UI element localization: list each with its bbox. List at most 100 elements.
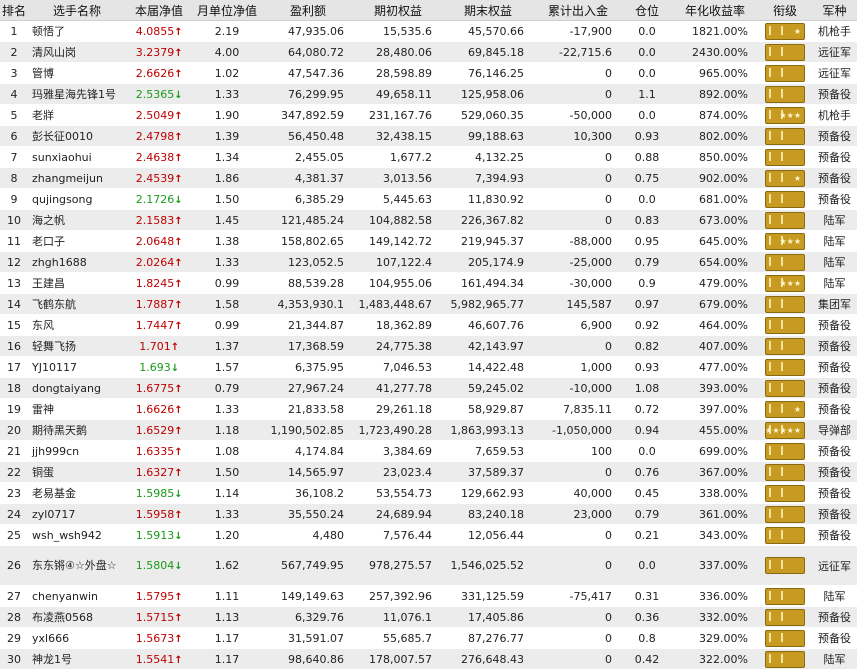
trader-name[interactable]: 海之帆 xyxy=(28,209,126,231)
start-equity: 23,023.4 xyxy=(354,461,442,483)
trader-name[interactable]: 轻舞飞扬 xyxy=(28,335,126,357)
table-row[interactable]: 7 sunxiaohui 2.4638↑ 1.34 2,455.05 1,677.2 4,1… xyxy=(0,146,857,168)
column-header-nav[interactable]: 本届净值 xyxy=(126,0,192,21)
branch-cell: 预备役 xyxy=(812,524,857,546)
nav-cell: 3.2379↑ xyxy=(126,41,192,63)
table-row[interactable]: 9 qujingsong 2.1726↓ 1.50 6,385.29 5,445.63 11… xyxy=(0,188,857,210)
table-row[interactable]: 25 wsh_wsh942 1.5913↓ 1.20 4,480 7,576.44 12,0… xyxy=(0,524,857,546)
nav-value: 2.5365 xyxy=(135,87,175,101)
trader-name[interactable]: dongtaiyang xyxy=(28,377,126,399)
trader-name[interactable]: wsh_wsh942 xyxy=(28,524,126,546)
table-row[interactable]: 19 雷神 1.6626↑ 1.33 21,833.58 29,261.18 58,929.… xyxy=(0,398,857,420)
trader-name[interactable]: 老口子 xyxy=(28,230,126,252)
trader-name[interactable]: 东东锵④☆外盘☆ xyxy=(28,545,126,586)
trader-name[interactable]: zyl0717 xyxy=(28,503,126,525)
nav-cell: 2.1583↑ xyxy=(126,209,192,231)
table-body: 1 顿悟了 4.0855↑ 2.19 47,935.06 15,535.6 45,570.6… xyxy=(0,20,857,670)
table-row[interactable]: 21 jjh999cn 1.6335↑ 1.08 4,174.84 3,384.69 7,6… xyxy=(0,440,857,462)
month-nav: 4.00 xyxy=(192,41,262,63)
table-row[interactable]: 4 玛雅星海先锋1号 2.5365↓ 1.33 76,299.95 49,658.11 12… xyxy=(0,83,857,105)
table-row[interactable]: 27 chenyanwin 1.5795↑ 1.11 149,149.63 257,392… xyxy=(0,585,857,607)
table-row[interactable]: 8 zhangmeijun 2.4539↑ 1.86 4,381.37 3,013.56 7… xyxy=(0,167,857,189)
trader-name[interactable]: 清风山岗 xyxy=(28,41,126,63)
trader-name[interactable]: 神龙1号 xyxy=(28,648,126,670)
trader-name[interactable]: zhangmeijun xyxy=(28,167,126,189)
trader-name[interactable]: 王建昌 xyxy=(28,272,126,294)
trader-name[interactable]: 老牂 xyxy=(28,104,126,126)
table-row[interactable]: 15 东风 1.7447↑ 0.99 21,344.87 18,362.89 46,607.… xyxy=(0,314,857,336)
table-row[interactable]: 30 神龙1号 1.5541↑ 1.17 98,640.86 178,007.57 276,… xyxy=(0,648,857,670)
trader-name[interactable]: 东风 xyxy=(28,314,126,336)
table-row[interactable]: 24 zyl0717 1.5958↑ 1.33 35,550.24 24,689.94 83… xyxy=(0,503,857,525)
table-row[interactable]: 20 期待黑天鹅 1.6529↑ 1.18 1,190,502.85 1,723,490.… xyxy=(0,419,857,441)
insignia-stars: ★ xyxy=(793,404,801,414)
column-header-pos[interactable]: 仓位 xyxy=(622,0,672,21)
column-header-badge[interactable]: 衔级 xyxy=(758,0,812,21)
month-nav: 1.20 xyxy=(192,524,262,546)
position-cell: 0.0 xyxy=(622,41,672,63)
table-row[interactable]: 10 海之帆 2.1583↑ 1.45 121,485.24 104,882.58 226,… xyxy=(0,209,857,231)
rank-badge-cell xyxy=(758,314,812,336)
table-row[interactable]: 1 顿悟了 4.0855↑ 2.19 47,935.06 15,535.6 45,570.6… xyxy=(0,20,857,42)
column-header-branch[interactable]: 军种 xyxy=(812,0,857,21)
nav-cell: 4.0855↑ xyxy=(126,20,192,42)
table-row[interactable]: 2 清风山岗 3.2379↑ 4.00 64,080.72 28,480.06 69,845… xyxy=(0,41,857,63)
arrow-up-icon: ↑ xyxy=(174,509,183,521)
start-equity: 3,013.56 xyxy=(354,167,442,189)
table-row[interactable]: 11 老口子 2.0648↑ 1.38 158,802.65 149,142.72 219,… xyxy=(0,230,857,252)
column-header-name[interactable]: 选手名称 xyxy=(28,0,126,21)
table-row[interactable]: 12 zhgh1688 2.0264↑ 1.33 123,052.5 107,122.4 2… xyxy=(0,251,857,273)
trader-name[interactable]: zhgh1688 xyxy=(28,251,126,273)
trader-name[interactable]: 彭长征0010 xyxy=(28,125,126,147)
trader-name[interactable]: 玛雅星海先锋1号 xyxy=(28,83,126,105)
start-equity: 18,362.89 xyxy=(354,314,442,336)
net-flow: -22,715.6 xyxy=(534,41,622,63)
rank-cell: 19 xyxy=(0,398,28,420)
column-header-profit[interactable]: 盈利额 xyxy=(262,0,354,21)
table-row[interactable]: 26 东东锵④☆外盘☆ 1.5804↓ 1.62 567,749.95 978,275.5… xyxy=(0,545,857,586)
nav-value: 1.7887 xyxy=(135,297,175,311)
column-header-flow[interactable]: 累计出入金 xyxy=(534,0,622,21)
table-row[interactable]: 13 王建昌 1.8245↑ 0.99 88,539.28 104,955.06 161,4… xyxy=(0,272,857,294)
table-row[interactable]: 6 彭长征0010 2.4798↑ 1.39 56,450.48 32,438.15 99,… xyxy=(0,125,857,147)
arrow-up-icon: ↑ xyxy=(174,654,183,666)
table-row[interactable]: 23 老易基金 1.5985↓ 1.14 36,108.2 53,554.73 129,66… xyxy=(0,482,857,504)
trader-name[interactable]: jjh999cn xyxy=(28,440,126,462)
table-row[interactable]: 22 铜蛋 1.6327↑ 1.50 14,565.97 23,023.4 37,589.3… xyxy=(0,461,857,483)
trader-name[interactable]: 雷神 xyxy=(28,398,126,420)
rank-insignia-icon xyxy=(765,253,805,271)
trader-name[interactable]: 铜蛋 xyxy=(28,461,126,483)
rank-cell: 12 xyxy=(0,251,28,273)
net-flow: 7,835.11 xyxy=(534,398,622,420)
trader-name[interactable]: qujingsong xyxy=(28,188,126,210)
table-row[interactable]: 29 yxl666 1.5673↑ 1.17 31,591.07 55,685.7 87,2… xyxy=(0,627,857,649)
column-header-annual[interactable]: 年化收益率 xyxy=(672,0,758,21)
table-row[interactable]: 5 老牂 2.5049↑ 1.90 347,892.59 231,167.76 529,06… xyxy=(0,104,857,126)
branch-cell: 陆军 xyxy=(812,585,857,607)
table-row[interactable]: 16 轻舞飞扬 1.701↑ 1.37 17,368.59 24,775.38 42,143… xyxy=(0,335,857,357)
table-row[interactable]: 3 管博 2.6626↑ 1.02 47,547.36 28,598.89 76,146.2… xyxy=(0,62,857,84)
table-row[interactable]: 28 布凌燕0568 1.5715↑ 1.13 6,329.76 11,076.1 17,4… xyxy=(0,606,857,628)
month-nav: 1.50 xyxy=(192,188,262,210)
trader-name[interactable]: sunxiaohui xyxy=(28,146,126,168)
trader-name[interactable]: YJ10117 xyxy=(28,356,126,378)
trader-name[interactable]: yxl666 xyxy=(28,627,126,649)
table-row[interactable]: 14 飞鹤东航 1.7887↑ 1.58 4,353,930.1 1,483,448.67… xyxy=(0,293,857,315)
nav-value: 2.6626 xyxy=(135,66,175,80)
column-header-end[interactable]: 期末权益 xyxy=(442,0,534,21)
trader-name[interactable]: chenyanwin xyxy=(28,585,126,607)
trader-name[interactable]: 飞鹤东航 xyxy=(28,293,126,315)
nav-value: 4.0855 xyxy=(135,24,175,38)
trader-name[interactable]: 顿悟了 xyxy=(28,20,126,42)
trader-name[interactable]: 老易基金 xyxy=(28,482,126,504)
column-header-rank[interactable]: 排名 xyxy=(0,0,28,21)
trader-name[interactable]: 期待黑天鹅 xyxy=(28,419,126,441)
table-row[interactable]: 17 YJ10117 1.693↓ 1.57 6,375.95 7,046.53 14,42… xyxy=(0,356,857,378)
column-header-start[interactable]: 期初权益 xyxy=(354,0,442,21)
nav-cell: 1.6529↑ xyxy=(126,419,192,441)
table-row[interactable]: 18 dongtaiyang 1.6775↑ 0.79 27,967.24 41,277.… xyxy=(0,377,857,399)
profit-cell: 1,190,502.85 xyxy=(262,419,354,441)
trader-name[interactable]: 布凌燕0568 xyxy=(28,606,126,628)
trader-name[interactable]: 管博 xyxy=(28,62,126,84)
column-header-month[interactable]: 月单位净值 xyxy=(192,0,262,21)
